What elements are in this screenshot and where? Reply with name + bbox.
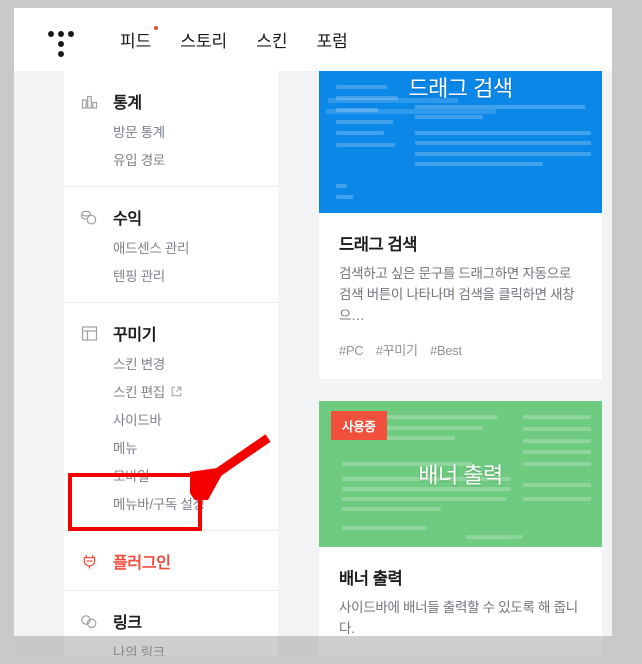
page-body: 통계 방문 통계 유입 경로 수익 애드센스 관리 텐핑 관리 꾸미기 스킨 변… <box>14 71 612 656</box>
sidebar-group-plugin: 플러그인 <box>64 531 278 591</box>
sidebar-group-revenue: 수익 애드센스 관리 텐핑 관리 <box>64 187 278 303</box>
plugin-title: 배너 출력 <box>339 569 403 588</box>
sidebar-item-revenue[interactable]: 수익 <box>64 201 278 233</box>
sidebar: 통계 방문 통계 유입 경로 수익 애드센스 관리 텐핑 관리 꾸미기 스킨 변… <box>64 71 278 656</box>
sidebar-group-title: 통계 <box>113 95 142 112</box>
sidebar-subitem-label: 나의 링크 <box>113 645 165 656</box>
sidebar-subitem-skin-change[interactable]: 스킨 변경 <box>64 349 278 377</box>
external-link-icon <box>171 386 182 397</box>
nav-item-skin-label: 스킨 <box>256 32 288 51</box>
sidebar-subitem-label: 유입 경로 <box>113 153 165 168</box>
link-icon <box>78 610 100 632</box>
sidebar-subitem-label: 텐핑 관리 <box>113 269 165 284</box>
sidebar-item-link[interactable]: 링크 <box>64 605 278 637</box>
sidebar-item-plugin[interactable]: 플러그인 <box>64 545 278 577</box>
nav-item-feed-label: 피드 <box>120 32 152 51</box>
sidebar-subitem-label: 스킨 편집 <box>113 385 165 400</box>
sidebar-subitem-visit-stats[interactable]: 방문 통계 <box>64 117 278 145</box>
top-header-bar: 피드 스토리 스킨 포럼 <box>14 8 612 71</box>
nav-item-story-label: 스토리 <box>180 32 228 51</box>
sidebar-subitem-adsense[interactable]: 애드센스 관리 <box>64 233 278 261</box>
plugin-card-body: 배너 출력 사이드바에 배너들 출력할 수 있도록 해 줍니다. #PC #관리… <box>319 547 602 656</box>
new-badge-dot <box>154 26 159 30</box>
plugin-tags: #PC #관리 및 통계 <box>339 653 582 657</box>
plugin-thumbnail: 사용중 배너 출력 <box>319 400 602 547</box>
plugin-status-badge: 사용중 <box>331 410 387 440</box>
sidebar-subitem-referrer[interactable]: 유입 경로 <box>64 145 278 173</box>
sidebar-subitem-label: 애드센스 관리 <box>113 241 190 256</box>
sidebar-group-link: 링크 나의 링크 <box>64 591 278 656</box>
sidebar-group-title: 링크 <box>113 615 142 632</box>
nav-item-skin[interactable]: 스킨 <box>256 27 287 52</box>
sidebar-subitem-tenping[interactable]: 텐핑 관리 <box>64 261 278 289</box>
sidebar-subitem-menu[interactable]: 메뉴 <box>64 433 278 461</box>
plugin-title: 드래그 검색 <box>339 236 418 254</box>
sidebar-subitem-sidebar[interactable]: 사이드바 <box>64 405 278 433</box>
plug-icon <box>78 550 100 572</box>
sidebar-group-stats: 통계 방문 통계 유입 경로 <box>64 71 278 187</box>
plugin-list-content: 드래그 검색 드래그 검색 검색하고 싶은 문구를 드래그하면 자동으로 검색 … <box>278 71 612 656</box>
sidebar-item-stats[interactable]: 통계 <box>64 85 278 117</box>
plugin-tag[interactable]: #Best <box>430 343 462 358</box>
nav-item-forum[interactable]: 포럼 <box>316 27 347 52</box>
sidebar-subitem-label: 스킨 변경 <box>113 357 165 372</box>
plugin-thumbnail: 드래그 검색 <box>319 71 602 213</box>
sidebar-subitem-label: 사이드바 <box>113 413 162 428</box>
plugin-thumb-title: 배너 출력 <box>418 462 503 488</box>
plugin-tag[interactable]: #꾸미기 <box>376 343 418 358</box>
plugin-column-left: 드래그 검색 드래그 검색 검색하고 싶은 문구를 드래그하면 자동으로 검색 … <box>319 71 602 656</box>
coins-icon <box>78 206 100 228</box>
sidebar-group-title: 플러그인 <box>113 555 171 572</box>
sidebar-subitem-mobile[interactable]: 모바일 <box>64 461 278 489</box>
nav-item-story[interactable]: 스토리 <box>180 27 227 52</box>
plugin-card-grid: 드래그 검색 드래그 검색 검색하고 싶은 문구를 드래그하면 자동으로 검색 … <box>319 71 612 656</box>
sidebar-subitem-label: 메뉴바/구독 설정 <box>113 497 205 512</box>
plugin-card[interactable]: 드래그 검색 드래그 검색 검색하고 싶은 문구를 드래그하면 자동으로 검색 … <box>319 71 602 379</box>
sidebar-subitem-label: 방문 통계 <box>113 125 165 140</box>
sidebar-item-decorate[interactable]: 꾸미기 <box>64 317 278 349</box>
sidebar-subitem-skin-edit[interactable]: 스킨 편집 <box>64 377 278 405</box>
sidebar-subitem-label: 모바일 <box>113 469 150 484</box>
bar-chart-icon <box>78 90 100 112</box>
tistory-dot-logo[interactable] <box>46 25 80 57</box>
app-screen: 피드 스토리 스킨 포럼 통계 방문 통계 유입 경로 수익 애드센스 관리 텐… <box>0 0 642 664</box>
sidebar-subitem-menubar-subscribe[interactable]: 메뉴바/구독 설정 <box>64 489 278 517</box>
sidebar-group-title: 수익 <box>113 211 142 228</box>
plugin-description: 사이드바에 배너들 출력할 수 있도록 해 줍니다. <box>339 599 578 636</box>
plugin-tags: #PC #꾸미기 #Best <box>339 340 582 359</box>
plugin-card[interactable]: 사용중 배너 출력 배너 출력 사이드바에 배너들 출력할 수 있도록 해 줍니… <box>319 400 602 656</box>
nav-item-forum-label: 포럼 <box>316 32 348 51</box>
plugin-tag[interactable]: #PC <box>339 343 364 358</box>
plugin-thumb-title: 드래그 검색 <box>408 76 513 101</box>
sidebar-subitem-label: 메뉴 <box>113 441 138 456</box>
sidebar-group-title: 꾸미기 <box>113 327 157 344</box>
main-nav: 피드 스토리 스킨 포럼 <box>120 26 377 52</box>
sidebar-subitem-my-link[interactable]: 나의 링크 <box>64 637 278 656</box>
sidebar-group-decorate: 꾸미기 스킨 변경 스킨 편집 사이드바 메뉴 모바일 메뉴바/구독 설정 <box>64 303 278 531</box>
plugin-card-body: 드래그 검색 검색하고 싶은 문구를 드래그하면 자동으로 검색 버튼이 나타나… <box>319 213 602 379</box>
nav-item-feed[interactable]: 피드 <box>120 26 159 52</box>
plugin-description: 검색하고 싶은 문구를 드래그하면 자동으로 검색 버튼이 나타나며 검색을 클… <box>339 266 575 323</box>
layout-icon <box>78 322 100 344</box>
